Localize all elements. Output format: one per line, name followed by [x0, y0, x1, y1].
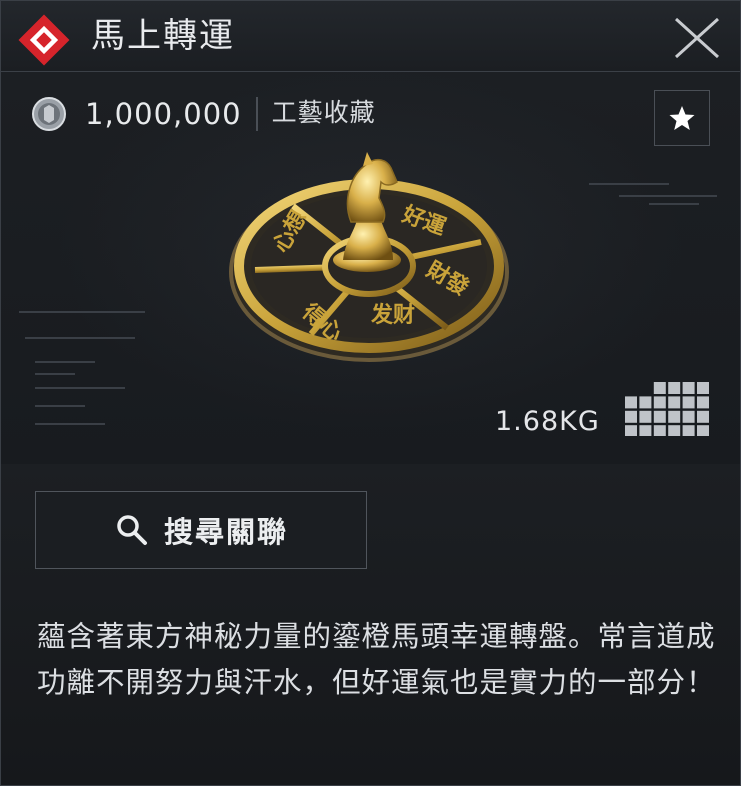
size-grid-cell	[697, 396, 709, 409]
size-grid-cell	[682, 382, 695, 394]
size-grid-cell	[668, 382, 681, 394]
size-grid-cell	[625, 410, 637, 423]
size-grid-cell	[697, 410, 709, 423]
size-grid-cell	[668, 396, 681, 409]
item-description: 蘊含著東方神秘力量的鎏橙馬頭幸運轉盤。常言道成功離不開努力與汗水，但好運氣也是實…	[37, 620, 716, 699]
price-divider	[255, 97, 258, 131]
background-decoration-right	[589, 183, 717, 205]
search-related-label: 搜尋關聯	[163, 515, 288, 549]
item-preview: 1,000,000 工藝收藏 心想 得心 发财 財發 好運 1.68KG	[1, 72, 740, 464]
coin-icon	[32, 97, 66, 131]
title-bar: 馬上轉運	[1, 1, 740, 72]
background-decoration	[19, 311, 145, 425]
size-grid-cell	[682, 396, 695, 409]
item-category: 工藝收藏	[271, 98, 376, 127]
item-type-diamond-icon	[18, 14, 70, 66]
size-grid-cell	[639, 425, 652, 436]
item-weight: 1.68KG	[495, 406, 600, 437]
size-grid-cell	[697, 382, 709, 394]
item-title: 馬上轉運	[91, 16, 235, 56]
favorite-button[interactable]	[654, 90, 710, 146]
size-grid-cell	[625, 425, 637, 436]
lucky-wheel-image: 心想 得心 发财 財發 好運	[229, 152, 509, 362]
size-grid-cell	[668, 425, 681, 436]
item-info-section: 搜尋關聯 蘊含著東方神秘力量的鎏橙馬頭幸運轉盤。常言道成功離不開努力與汗水，但好…	[1, 464, 740, 785]
size-grid-cell	[653, 382, 666, 394]
item-size-grid-icon	[625, 382, 709, 436]
star-icon	[669, 106, 695, 130]
size-grid-cell	[653, 396, 666, 409]
size-grid-cell	[625, 396, 637, 409]
size-grid-cell	[682, 410, 695, 423]
size-grid-cell	[682, 425, 695, 436]
search-related-button[interactable]: 搜尋關聯	[35, 491, 367, 569]
close-icon[interactable]	[672, 15, 722, 61]
size-grid-cell	[653, 410, 666, 423]
magnifier-icon	[117, 515, 147, 545]
size-grid-cell	[639, 396, 652, 409]
price-value: 1,000,000	[85, 97, 242, 131]
size-grid-cell	[668, 410, 681, 423]
size-grid-cell	[653, 425, 666, 436]
item-detail-panel: 馬上轉運 1,000,000 工藝收藏 心想 得心 发财 財發 好運 1.68K…	[0, 0, 741, 786]
price-row: 1,000,000 工藝收藏	[31, 94, 376, 134]
svg-text:发财: 发财	[370, 302, 415, 328]
size-grid-cell	[639, 410, 652, 423]
size-grid-cell	[697, 425, 709, 436]
